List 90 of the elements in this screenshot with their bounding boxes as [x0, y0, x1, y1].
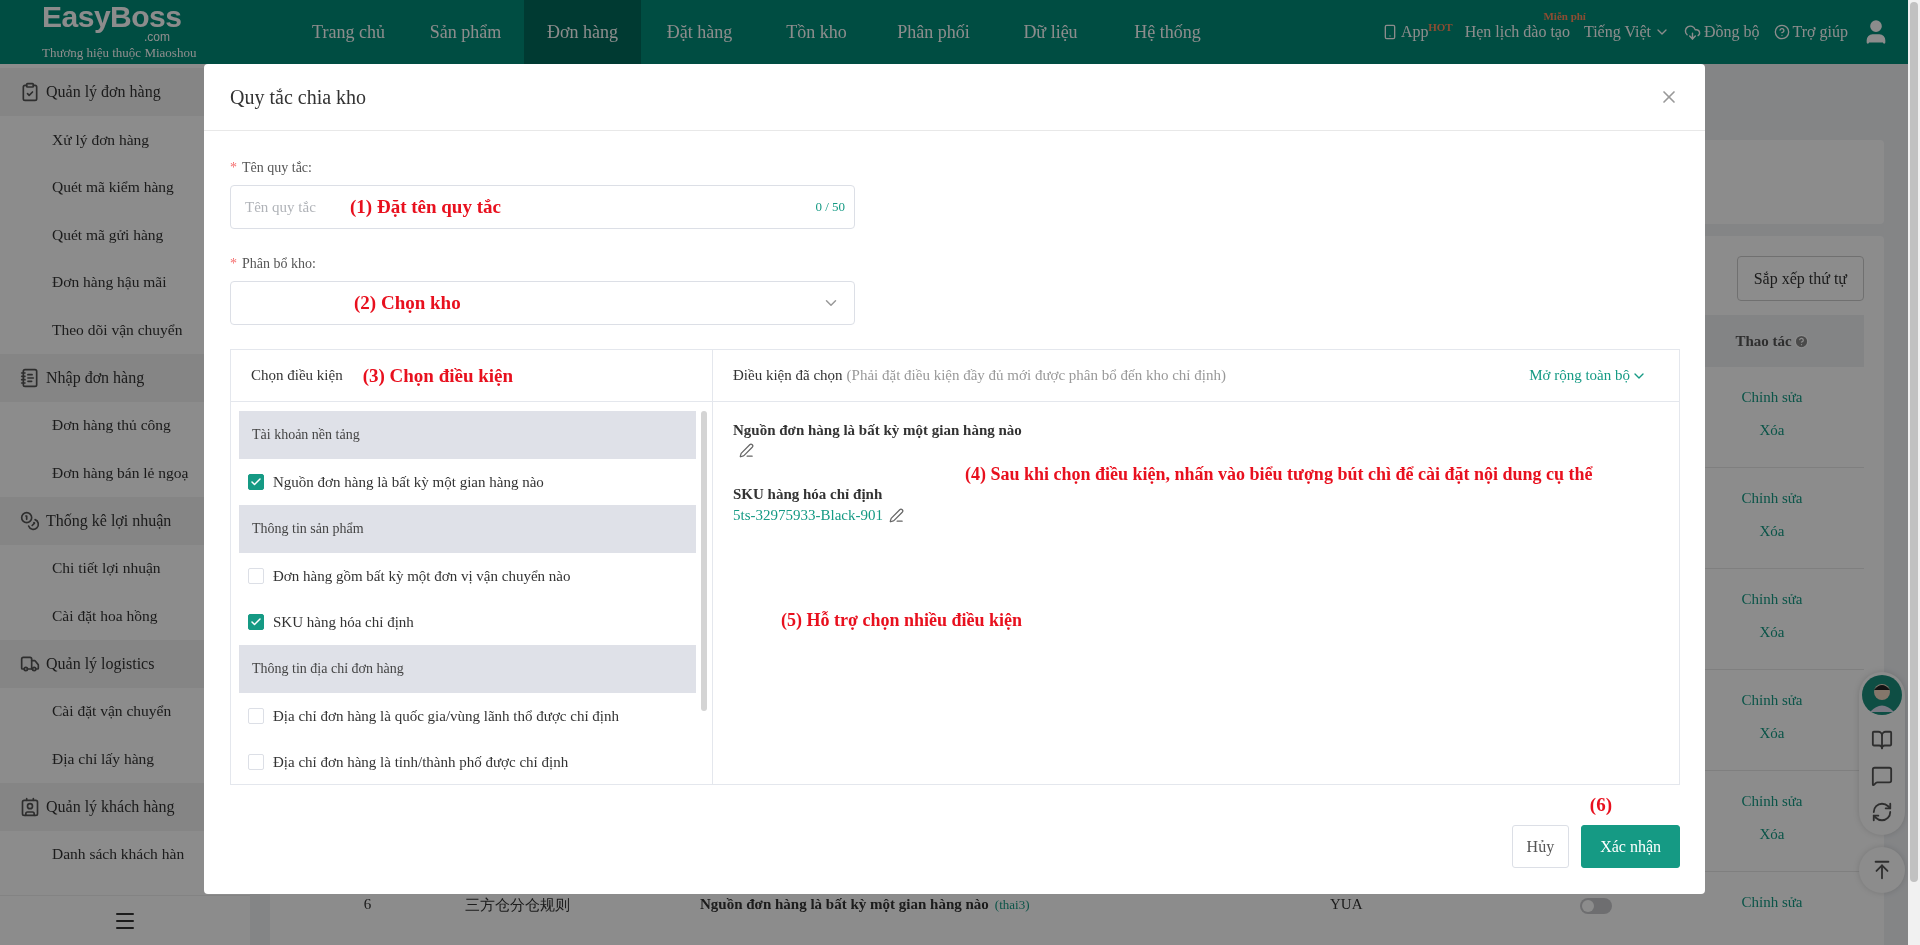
- logo-suffix: .com: [144, 32, 170, 43]
- sidebar-group[interactable]: Thống kê lợi nhuận: [46, 511, 172, 530]
- nav-tab[interactable]: Đơn hàng: [524, 0, 641, 64]
- confirm-button[interactable]: Xác nhận: [1581, 825, 1680, 868]
- condition-label[interactable]: Đơn hàng gồm bất kỳ một đơn vị vận chuyển nào: [273, 567, 571, 585]
- sidebar-group[interactable]: Quản lý logistics: [46, 654, 155, 673]
- dialog-title: Quy tắc chia kho: [230, 85, 367, 109]
- panel-title: Chọn điều kiện: [251, 367, 343, 384]
- scrollbar[interactable]: [1908, 0, 1920, 945]
- annotation-text: (4) Sau khi chọn điều kiện, nhấn vào biểu tượng bút chì để cài đặt nội dung cụ thể: [965, 464, 1593, 485]
- selected-condition: Nguồn đơn hàng là bất kỳ một gian hàng nào: [733, 422, 1023, 439]
- condition-label[interactable]: Địa chỉ đơn hàng là tỉnh/thành phố được chỉ định: [273, 753, 569, 771]
- notebook-icon: [20, 367, 40, 388]
- annotation-text: (5) Hỗ trợ chọn nhiều điều kiện: [781, 610, 1022, 631]
- help-link[interactable]: Trợ giúp: [1773, 23, 1848, 41]
- action-link[interactable]: Chỉnh sửa: [1741, 490, 1803, 507]
- nav-tab[interactable]: Sản phẩm: [407, 0, 524, 64]
- condition-group: Thông tin địa chỉ đơn hàng: [239, 645, 696, 693]
- expand-all-link[interactable]: Mở rộng toàn bộ: [1529, 367, 1647, 384]
- nav-tab[interactable]: Đặt hàng: [641, 0, 758, 64]
- book-icon[interactable]: [1871, 729, 1893, 751]
- language-select[interactable]: Tiếng Việt: [1583, 23, 1670, 41]
- condition-label[interactable]: Nguồn đơn hàng là bất kỳ một gian hàng nào: [273, 473, 544, 491]
- nav-tab[interactable]: Dữ liệu: [992, 0, 1109, 64]
- action-link[interactable]: Chỉnh sửa: [1741, 894, 1803, 911]
- app-link[interactable]: App: [1382, 23, 1429, 41]
- avatar-icon[interactable]: [1862, 675, 1902, 715]
- back-to-top-button[interactable]: [1859, 847, 1905, 893]
- check-icon: [250, 616, 262, 628]
- coins-icon: [20, 510, 40, 531]
- selected-condition: SKU hàng hóa chỉ định: [733, 486, 884, 503]
- field-label: Phân bổ kho:: [242, 256, 316, 272]
- free-label: Miễn phí: [1543, 10, 1586, 22]
- checkbox[interactable]: [248, 474, 264, 490]
- brand-tagline: Thương hiệu thuộc Miaoshou: [42, 45, 198, 61]
- sync-button[interactable]: Đồng bộ: [1684, 23, 1760, 41]
- action-link[interactable]: Chỉnh sửa: [1741, 692, 1803, 709]
- panel-title: Điều kiện đã chọn: [733, 367, 843, 384]
- action-link[interactable]: Xóa: [1759, 523, 1785, 540]
- sidebar-group[interactable]: Quản lý đơn hàng: [46, 83, 161, 101]
- refresh-icon[interactable]: [1871, 801, 1893, 823]
- cancel-button[interactable]: Hủy: [1511, 825, 1570, 868]
- help-icon: [1773, 24, 1790, 40]
- condition-group: Tài khoản nền tảng: [239, 411, 696, 459]
- checkbox[interactable]: [248, 614, 264, 630]
- pencil-icon[interactable]: [739, 443, 754, 458]
- column-header: Thao tác: [1735, 332, 1792, 350]
- action-link[interactable]: Chỉnh sửa: [1741, 591, 1803, 608]
- condition-label[interactable]: SKU hàng hóa chỉ định: [273, 613, 414, 631]
- condition-label[interactable]: Địa chỉ đơn hàng là quốc gia/vùng lãnh thổ được chỉ định: [273, 707, 619, 725]
- rule-text: Nguồn đơn hàng là bất kỳ một gian hàng nào: [700, 896, 989, 913]
- pencil-icon[interactable]: [889, 508, 904, 523]
- action-link[interactable]: Chỉnh sửa: [1741, 389, 1803, 406]
- action-link[interactable]: Xóa: [1759, 422, 1785, 439]
- annotation-text: (2) Chọn kho: [354, 292, 461, 314]
- field-label: Tên quy tắc:: [242, 160, 312, 176]
- sort-button[interactable]: Sắp xếp thứ tự: [1736, 256, 1864, 301]
- hint-text: (Phải đặt điều kiện đầy đủ mới được phân bổ đến kho chỉ định): [846, 367, 1226, 384]
- annotation-text: (6): [1589, 795, 1612, 815]
- contact-card-icon: [20, 796, 40, 817]
- sidebar-group[interactable]: Nhập đơn hàng: [46, 368, 145, 387]
- table-cell: 6: [363, 896, 372, 913]
- help-icon[interactable]: [1793, 333, 1809, 349]
- nav-tab[interactable]: Hệ thống: [1109, 0, 1226, 64]
- annotation-text: (1) Đặt tên quy tắc: [350, 196, 501, 218]
- action-link[interactable]: Xóa: [1759, 725, 1785, 742]
- action-link[interactable]: Xóa: [1759, 826, 1785, 843]
- required-mark: *: [230, 256, 237, 272]
- table-cell: YUA: [1330, 896, 1363, 913]
- status-toggle[interactable]: [1580, 898, 1612, 914]
- table-cell: 三方仓分仓规则: [465, 896, 570, 915]
- nav-tab[interactable]: Phân phối: [875, 0, 992, 64]
- training-link[interactable]: Hẹn lịch đào tạo: [1464, 23, 1570, 41]
- required-mark: *: [230, 160, 237, 176]
- cloud-icon: [1684, 23, 1701, 41]
- condition-value: 5ts-32975933-Black-901: [733, 507, 883, 524]
- char-counter: 0 / 50: [815, 199, 845, 215]
- store-tag: (thai3): [994, 896, 1030, 913]
- clipboard-icon: [20, 82, 40, 102]
- warehouse-select[interactable]: [230, 281, 855, 325]
- action-link[interactable]: Xóa: [1759, 624, 1785, 641]
- nav-tab[interactable]: Trang chủ: [290, 0, 407, 64]
- hot-label: HOT: [1428, 21, 1453, 33]
- check-icon: [250, 476, 262, 488]
- message-icon[interactable]: [1871, 765, 1893, 787]
- nav-tab[interactable]: Tồn kho: [758, 0, 875, 64]
- action-link[interactable]: Chỉnh sửa: [1741, 793, 1803, 810]
- scrollbar-thumb[interactable]: [701, 411, 707, 711]
- condition-group: Thông tin sản phẩm: [239, 505, 696, 553]
- annotation-text: (3) Chọn điều kiện: [362, 364, 514, 387]
